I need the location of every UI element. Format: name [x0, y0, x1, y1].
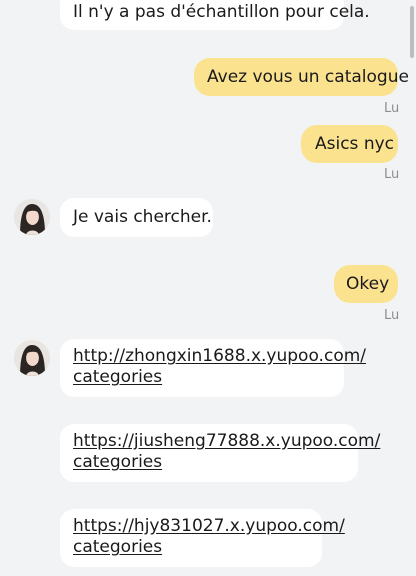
link-line-2[interactable]: categories: [73, 537, 322, 558]
incoming-message[interactable]: Il n'y a pas d'échantillon pour cela.: [60, 0, 370, 30]
incoming-link-message[interactable]: https://hjy831027.x.yupoo.com/ categorie…: [60, 509, 345, 567]
chat-thread[interactable]: Il n'y a pas d'échantillon pour cela. Av…: [0, 0, 416, 576]
read-status: Lu: [384, 308, 400, 323]
incoming-message[interactable]: Je vais chercher.: [60, 198, 213, 237]
incoming-link-message[interactable]: https://jiusheng77888.x.yupoo.com/ categ…: [60, 424, 380, 482]
link-line-2[interactable]: categories: [73, 367, 344, 388]
contact-avatar-icon[interactable]: [14, 199, 50, 235]
contact-avatar-icon[interactable]: [14, 340, 50, 376]
link-line-1[interactable]: http://zhongxin1688.x.yupoo.com/: [73, 346, 366, 367]
link-line-1[interactable]: https://jiusheng77888.x.yupoo.com/: [73, 431, 380, 452]
avatar-image: [14, 199, 50, 235]
avatar-image: [14, 340, 50, 376]
outgoing-message[interactable]: Okey: [334, 265, 398, 303]
outgoing-message[interactable]: Asics nyc: [301, 125, 398, 163]
message-text: Asics nyc: [315, 134, 394, 154]
message-text: Il n'y a pas d'échantillon pour cela.: [73, 2, 370, 22]
outgoing-message[interactable]: Avez vous un catalogue: [194, 58, 409, 96]
read-status: Lu: [384, 167, 400, 182]
link-line-1[interactable]: https://hjy831027.x.yupoo.com/: [73, 516, 345, 537]
message-text: Je vais chercher.: [73, 207, 212, 227]
message-text: Avez vous un catalogue: [207, 67, 409, 87]
scrollbar[interactable]: [410, 6, 414, 58]
link-line-2[interactable]: categories: [73, 452, 358, 473]
message-text: Okey: [346, 274, 390, 294]
read-status: Lu: [384, 101, 400, 116]
incoming-link-message[interactable]: http://zhongxin1688.x.yupoo.com/ categor…: [60, 339, 366, 397]
